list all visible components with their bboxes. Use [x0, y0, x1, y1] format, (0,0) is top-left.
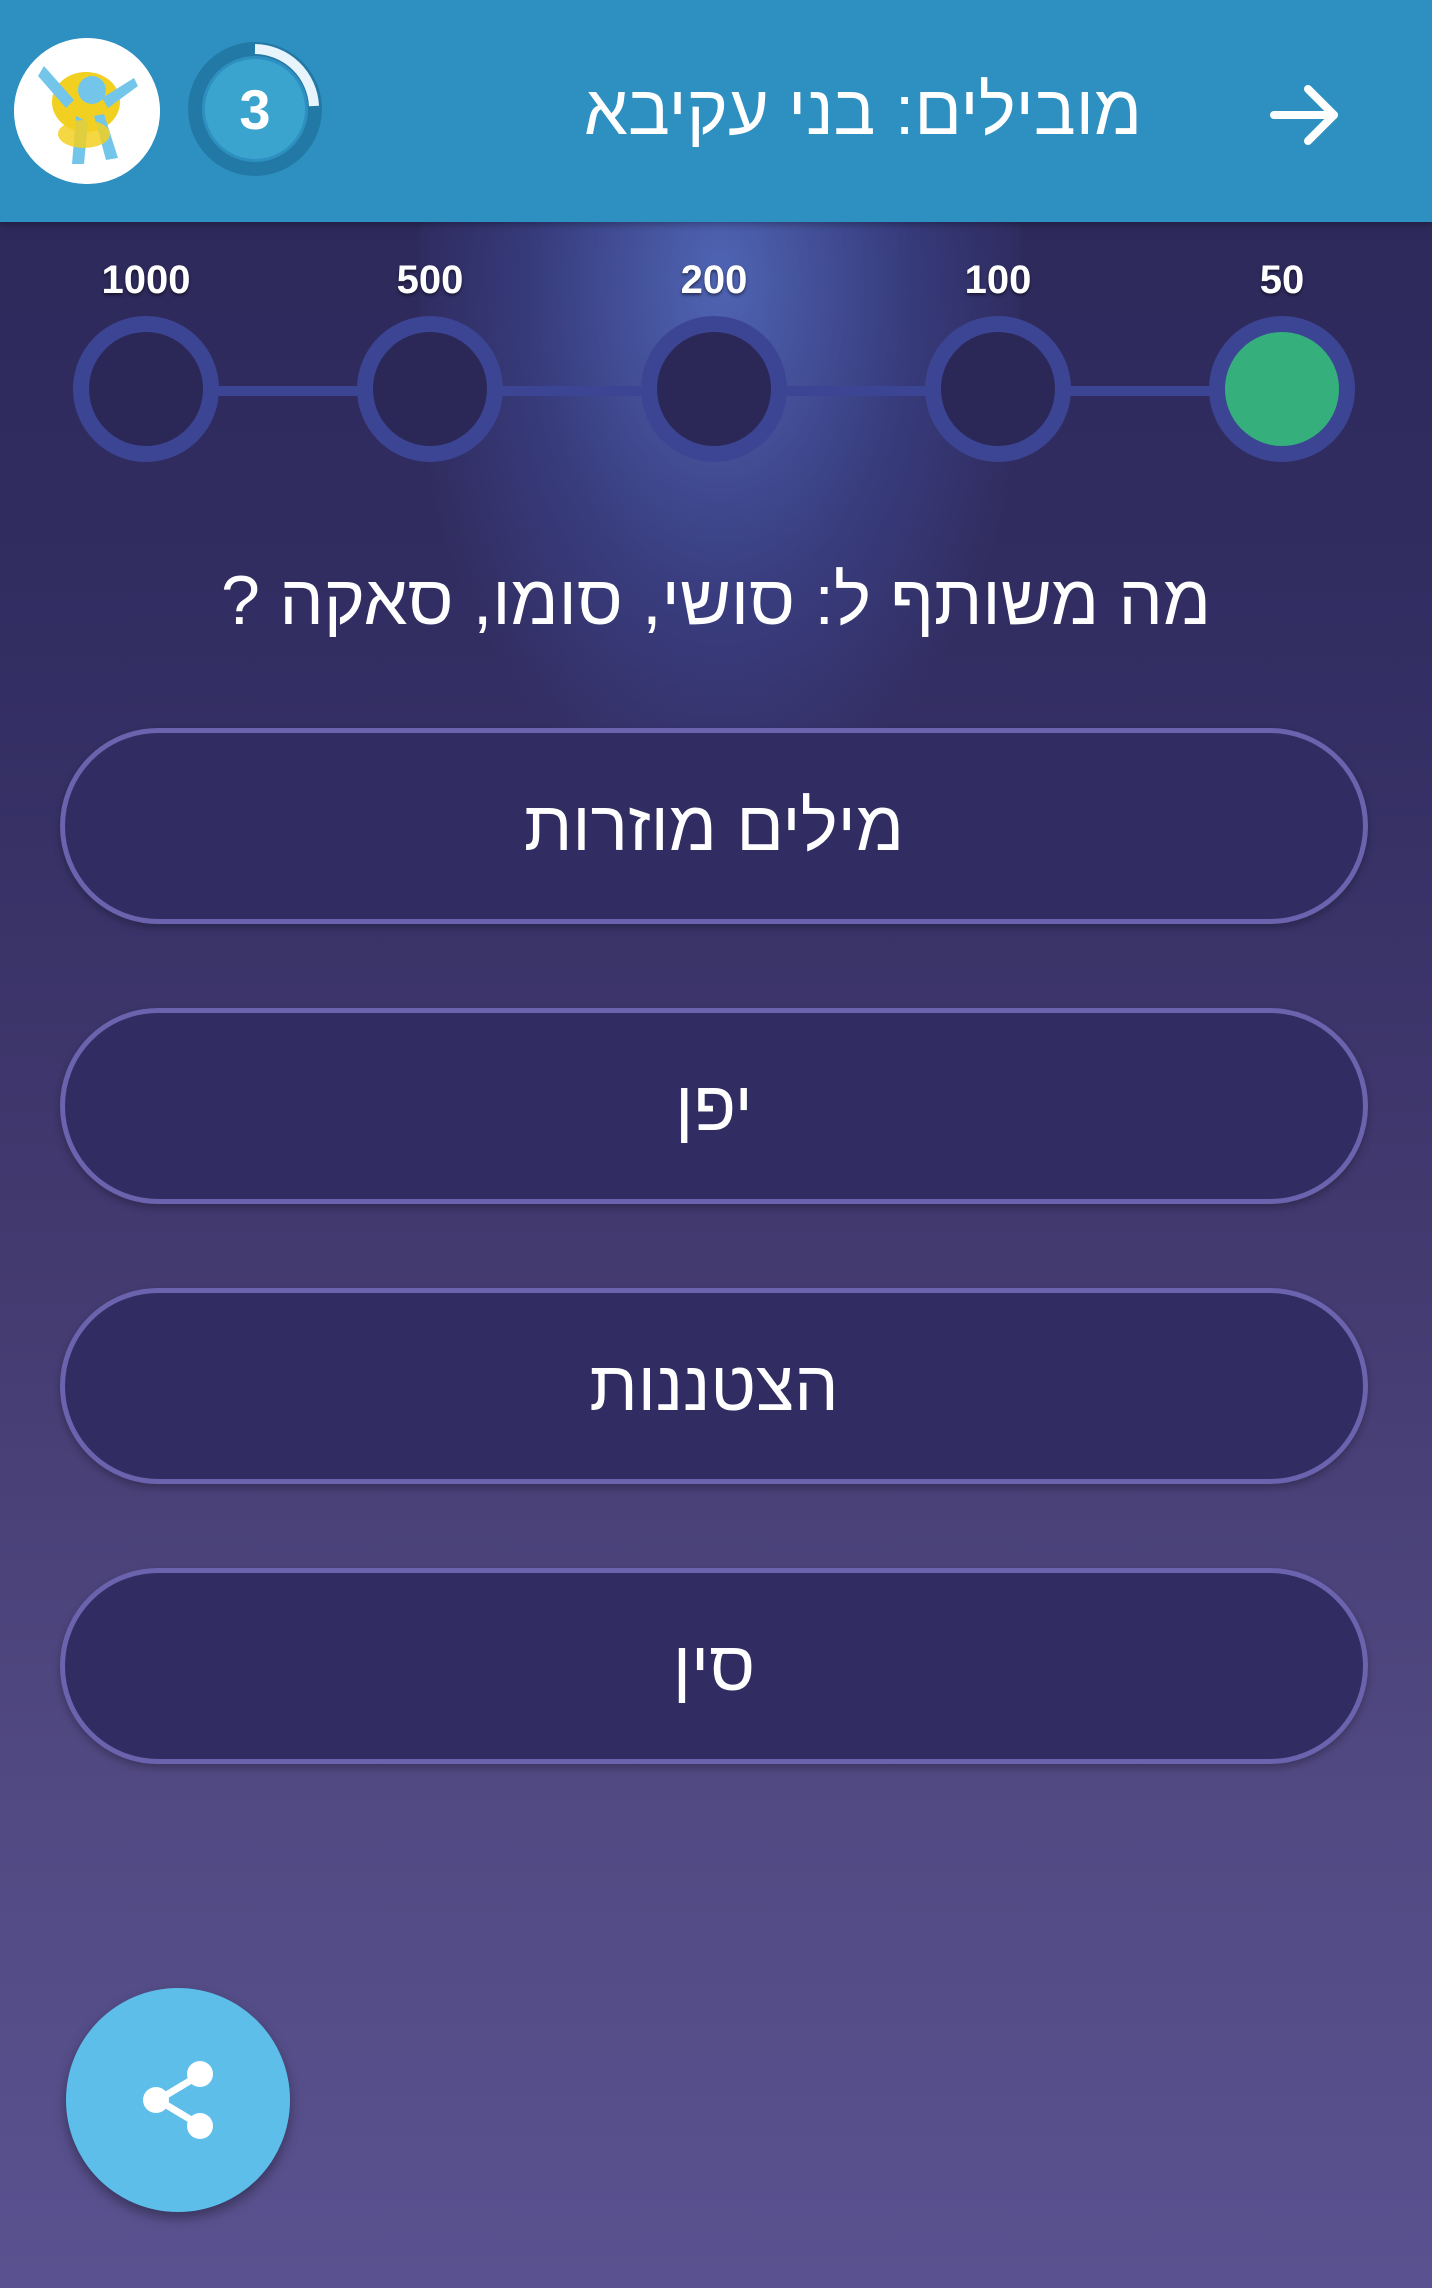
arrow-right-icon — [1270, 85, 1338, 145]
ladder-label-500: 500 — [396, 258, 464, 302]
share-icon — [143, 2061, 213, 2139]
answer-option-2[interactable]: יפן — [60, 1008, 1368, 1204]
ladder-step-1000 — [73, 316, 219, 462]
ladder-step-500 — [357, 316, 503, 462]
timer-value: 3 — [239, 77, 271, 141]
ladder-label-50: 50 — [1259, 258, 1305, 302]
countdown-timer: 3 — [186, 40, 324, 178]
spotlight-glow — [420, 222, 1020, 782]
page-title: מובילים: בני עקיבא — [584, 71, 1142, 149]
avatar-figure-icon — [14, 38, 160, 184]
ladder-label-200: 200 — [680, 258, 748, 302]
answer-option-1[interactable]: מילים מוזרות — [60, 728, 1368, 924]
ladder-label-100: 100 — [964, 258, 1032, 302]
ladder-step-200 — [641, 316, 787, 462]
top-app-bar: 3 מובילים: בני עקיבא — [0, 0, 1432, 222]
share-button[interactable] — [66, 1988, 290, 2212]
back-button[interactable] — [1260, 70, 1350, 160]
answer-option-4[interactable]: סין — [60, 1568, 1368, 1764]
avatar[interactable] — [14, 38, 160, 184]
ladder-step-100 — [925, 316, 1071, 462]
ladder-step-50-current — [1209, 316, 1355, 462]
ladder-label-1000: 1000 — [101, 258, 191, 302]
question-text: מה משותף ל: סושי, סומו, סאקה ? — [220, 561, 1211, 639]
answer-option-3[interactable]: הצטננות — [60, 1288, 1368, 1484]
